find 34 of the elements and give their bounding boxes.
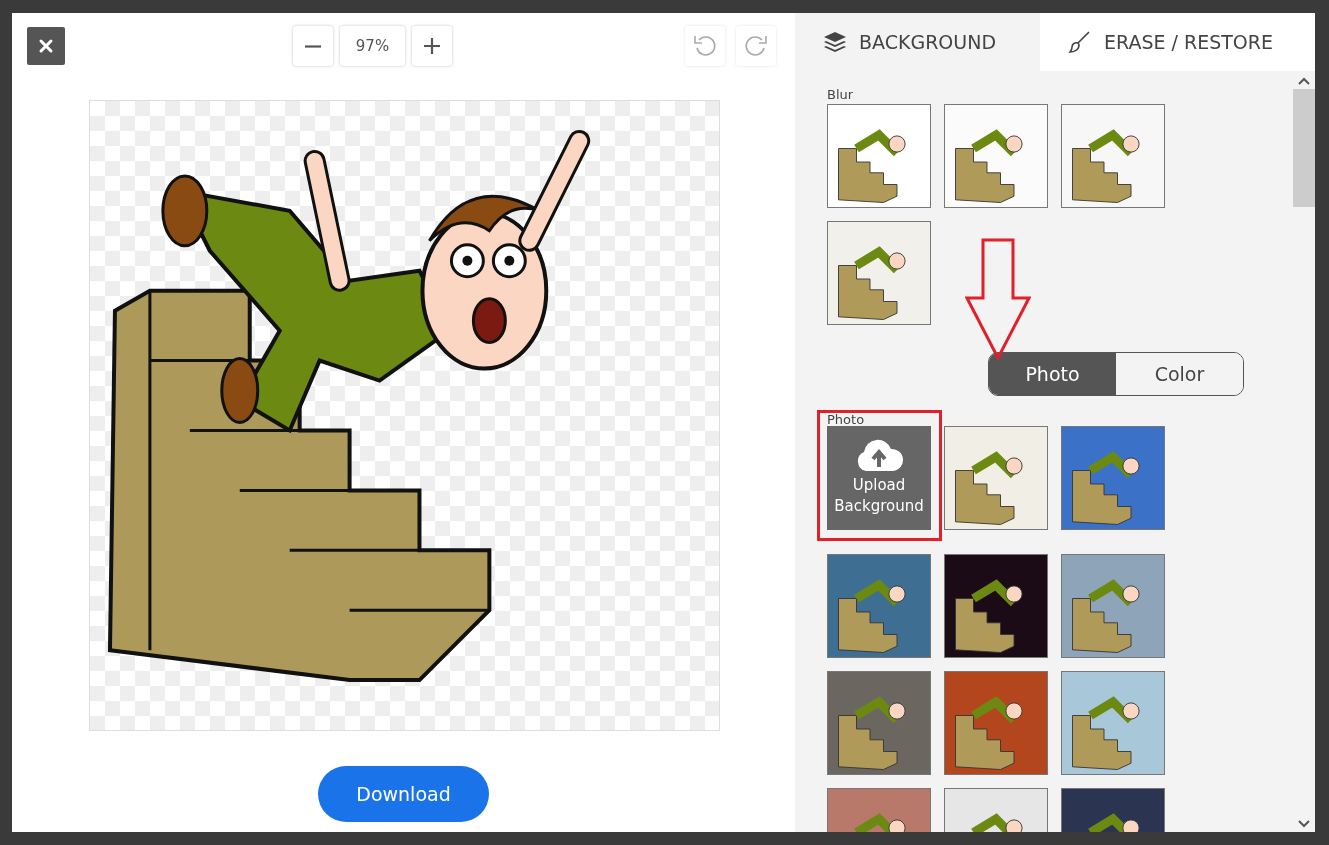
brush-icon: [1068, 30, 1092, 54]
scroll-down-icon[interactable]: [1298, 820, 1310, 828]
blur-thumbnail[interactable]: [827, 221, 931, 325]
upload-background-button[interactable]: Upload Background: [827, 426, 931, 530]
photo-thumbnail[interactable]: [1061, 671, 1165, 775]
zoom-level-field[interactable]: 97%: [340, 26, 405, 66]
segment-button[interactable]: Photo: [989, 353, 1116, 395]
plus-icon: [423, 37, 441, 55]
redo-icon: [743, 33, 769, 59]
photo-thumbnail[interactable]: [827, 554, 931, 658]
scrollbar-thumb[interactable]: [1293, 89, 1315, 207]
blur-thumbnail[interactable]: [944, 104, 1048, 208]
close-button[interactable]: [27, 27, 65, 65]
zoom-out-button[interactable]: [293, 26, 333, 66]
minus-icon: [304, 44, 322, 48]
photo-thumbnail[interactable]: [1061, 554, 1165, 658]
photo-thumbnail[interactable]: [944, 671, 1048, 775]
blur-thumbnail[interactable]: [827, 104, 931, 208]
panel-tab[interactable]: ERASE / RESTORE: [1040, 13, 1315, 71]
photo-thumbnail[interactable]: [1061, 426, 1165, 530]
photo-thumbnail[interactable]: [944, 554, 1048, 658]
photo-thumbnail[interactable]: [944, 426, 1048, 530]
close-icon: [38, 38, 54, 54]
download-button[interactable]: Download: [318, 766, 489, 822]
photo-thumbnail[interactable]: [827, 671, 931, 775]
blur-thumbnail[interactable]: [1061, 104, 1165, 208]
section-label: Blur: [827, 87, 855, 102]
layers-icon: [823, 31, 847, 53]
redo-button[interactable]: [736, 26, 776, 66]
undo-icon: [692, 33, 718, 59]
section-label: Photo: [827, 413, 866, 426]
zoom-in-button[interactable]: [412, 26, 452, 66]
undo-button[interactable]: [685, 26, 725, 66]
scroll-up-icon[interactable]: [1298, 77, 1310, 85]
